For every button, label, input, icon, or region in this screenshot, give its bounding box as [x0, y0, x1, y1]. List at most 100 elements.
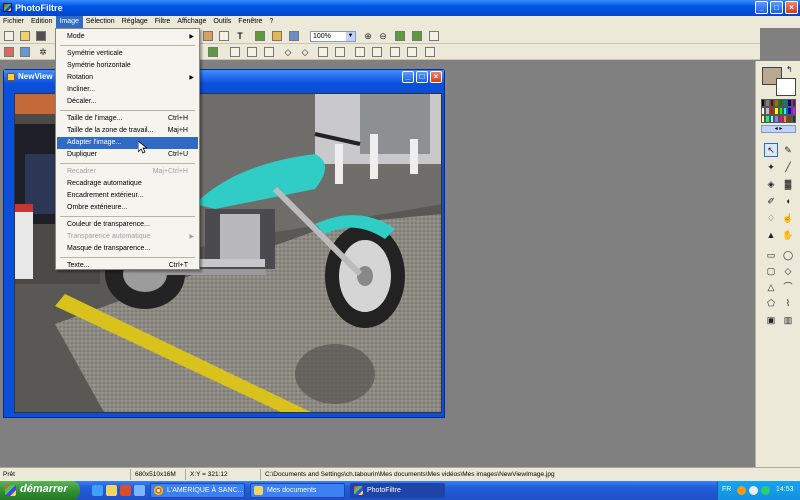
- image-menu-item[interactable]: Masque de transparence...: [57, 243, 198, 255]
- automate-icon[interactable]: [272, 31, 282, 41]
- image-menu-item[interactable]: Encadrement extérieur...: [57, 190, 198, 202]
- image-menu-item[interactable]: Taille de l'image... Ctrl+H: [57, 113, 198, 125]
- rectangle-shape-icon[interactable]: ▭: [764, 248, 778, 262]
- layer-icon[interactable]: [219, 31, 229, 41]
- blur-tool-icon[interactable]: ◖: [781, 194, 795, 208]
- taskbar-item-browser[interactable]: L'AMERIQUE À SANC...: [150, 483, 245, 498]
- menu-filtre[interactable]: Filtre: [152, 16, 175, 28]
- image-menu-item[interactable]: Symétrie horizontale: [57, 60, 198, 72]
- open-folder-icon[interactable]: [20, 31, 30, 41]
- close-button[interactable]: ×: [785, 1, 798, 14]
- color-swatch[interactable]: [791, 99, 796, 107]
- taskbar-item-mes-documents[interactable]: Mes documents: [250, 483, 345, 498]
- minimize-button[interactable]: _: [755, 1, 768, 14]
- noise-icon[interactable]: [318, 47, 328, 57]
- image-menu-item[interactable]: Taille de la zone de travail... Maj+H: [57, 125, 198, 137]
- text-tool-icon[interactable]: T: [235, 31, 245, 41]
- paint-bucket-tool-icon[interactable]: ◈: [764, 177, 778, 191]
- menu-edition[interactable]: Edition: [28, 16, 56, 28]
- menu-reglage[interactable]: Réglage: [119, 16, 152, 28]
- rounded-rect-shape-icon[interactable]: ▢: [764, 264, 778, 278]
- selection-rect-icon[interactable]: ▣: [764, 313, 778, 327]
- flip-vertical-icon[interactable]: [247, 47, 257, 57]
- menu-fenetre[interactable]: Fenêtre: [235, 16, 266, 28]
- color-swatch[interactable]: [791, 107, 796, 115]
- actual-size-icon[interactable]: [412, 31, 422, 41]
- outlook-quicklaunch-icon[interactable]: [106, 485, 117, 496]
- save-icon[interactable]: [36, 31, 46, 41]
- drop-tool-icon[interactable]: ♢: [764, 211, 778, 225]
- brush-tool-icon[interactable]: ✐: [764, 194, 778, 208]
- spray-tool-icon[interactable]: ▓: [781, 177, 795, 191]
- sharpen-drop-icon[interactable]: ◇: [300, 47, 310, 57]
- browser-icon[interactable]: [289, 31, 299, 41]
- image-menu-item[interactable]: Incliner...: [57, 84, 198, 96]
- blur-drop-icon[interactable]: ◇: [283, 47, 293, 57]
- gear-icon[interactable]: ✲: [38, 47, 48, 57]
- ellipse-shape-icon[interactable]: ◯: [781, 248, 795, 262]
- new-file-icon[interactable]: [4, 31, 14, 41]
- image-maximize-button[interactable]: □: [416, 71, 428, 83]
- image-menu-item[interactable]: Recadrage automatique: [57, 178, 198, 190]
- background-color-swatch[interactable]: [776, 78, 796, 96]
- zoom-select[interactable]: 100% ▼: [310, 31, 356, 42]
- language-indicator[interactable]: FR: [722, 486, 731, 493]
- chevron-down-icon[interactable]: ▼: [346, 32, 355, 41]
- fullscreen-icon[interactable]: [429, 31, 439, 41]
- selection-column-icon[interactable]: ▥: [781, 313, 795, 327]
- color-grid[interactable]: [761, 99, 796, 123]
- image-menu-item[interactable]: Adapter l'image...: [57, 137, 198, 149]
- image-menu-item[interactable]: Dupliquer Ctrl+U: [57, 149, 198, 161]
- menu-affichage[interactable]: Affichage: [174, 16, 210, 28]
- bezier-shape-icon[interactable]: ⌇: [781, 296, 795, 310]
- menu-help[interactable]: ?: [266, 16, 277, 28]
- polygon-shape-icon[interactable]: ⬠: [764, 296, 778, 310]
- desktop-quicklaunch-icon[interactable]: [134, 485, 145, 496]
- image-close-button[interactable]: ×: [430, 71, 442, 83]
- auto-level-icon[interactable]: [4, 47, 14, 57]
- grid-filter-icon[interactable]: [208, 47, 218, 57]
- image-menu-item[interactable]: Décaler...: [57, 96, 198, 108]
- menu-fichier[interactable]: Fichier: [0, 16, 28, 28]
- palette-nav[interactable]: ◂ ▸: [761, 125, 796, 133]
- magic-wand-tool-icon[interactable]: ✦: [764, 160, 778, 174]
- diamond-shape-icon[interactable]: ◇: [781, 264, 795, 278]
- line-tool-icon[interactable]: ╱: [781, 160, 795, 174]
- swap-colors-icon[interactable]: ↰: [786, 65, 793, 74]
- zoom-out-icon[interactable]: ⊖: [378, 31, 388, 41]
- eyedropper-tool-icon[interactable]: ✎: [781, 143, 795, 157]
- tray-security-icon[interactable]: [761, 486, 770, 495]
- auto-contrast-icon[interactable]: [20, 47, 30, 57]
- taskbar-item-photofiltre[interactable]: PhotoFiltre: [350, 483, 445, 498]
- image-menu-item[interactable]: Ombre extérieure...: [57, 202, 198, 214]
- stamp-tool-icon[interactable]: ▲: [764, 228, 778, 242]
- menu-outils[interactable]: Outils: [210, 16, 235, 28]
- triangle-shape-icon[interactable]: △: [764, 280, 778, 294]
- media-quicklaunch-icon[interactable]: [120, 485, 131, 496]
- lasso-shape-icon[interactable]: ⌒: [781, 280, 795, 294]
- image-menu-item[interactable]: Symétrie verticale: [57, 48, 198, 60]
- maximize-button[interactable]: □: [770, 1, 783, 14]
- image-frame-icon[interactable]: [203, 31, 213, 41]
- plugin-icon[interactable]: [255, 31, 265, 41]
- tray-app-icon[interactable]: [737, 486, 746, 495]
- hand-tool-icon[interactable]: ✋: [781, 228, 795, 242]
- crop-icon[interactable]: [407, 47, 417, 57]
- menu-selection[interactable]: Sélection: [83, 16, 119, 28]
- app-title-bar[interactable]: PhotoFiltre _ □ ×: [0, 0, 800, 16]
- fit-window-icon[interactable]: [395, 31, 405, 41]
- ie-quicklaunch-icon[interactable]: [92, 485, 103, 496]
- tray-network-icon[interactable]: [749, 486, 758, 495]
- effect-icon[interactable]: [372, 47, 382, 57]
- color-swatch[interactable]: [791, 115, 796, 123]
- stylize-icon[interactable]: [390, 47, 400, 57]
- image-minimize-button[interactable]: _: [402, 71, 414, 83]
- image-menu-item[interactable]: Texte... Ctrl+T: [57, 260, 198, 272]
- contour-icon[interactable]: [355, 47, 365, 57]
- smudge-tool-icon[interactable]: ☝: [781, 211, 795, 225]
- emboss-icon[interactable]: [335, 47, 345, 57]
- flip-horizontal-icon[interactable]: [230, 47, 240, 57]
- zoom-in-icon[interactable]: ⊕: [363, 31, 373, 41]
- start-button[interactable]: démarrer: [0, 481, 80, 500]
- image-menu-item[interactable]: Rotation ▶: [57, 72, 198, 84]
